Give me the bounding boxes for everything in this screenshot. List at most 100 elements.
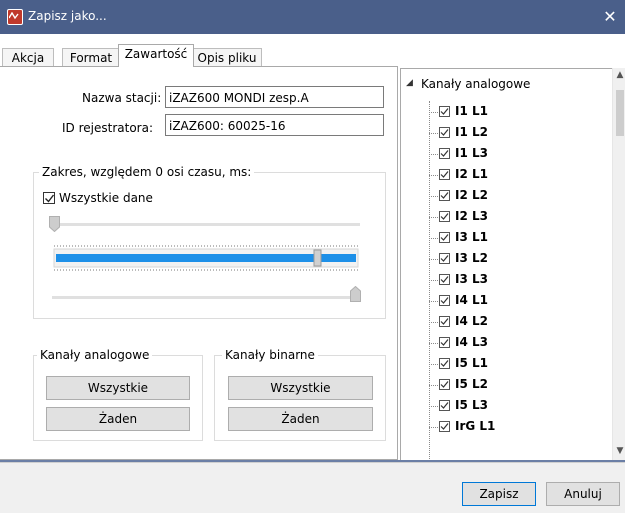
tree-connector <box>429 217 438 218</box>
tree-root-label[interactable]: Kanały analogowe <box>421 77 530 91</box>
app-icon <box>7 9 23 25</box>
channel-label: I2 L2 <box>455 188 488 202</box>
channel-checkbox[interactable] <box>439 190 450 201</box>
channel-label: I4 L3 <box>455 335 488 349</box>
channel-checkbox[interactable] <box>439 274 450 285</box>
all-data-checkbox[interactable] <box>43 192 55 204</box>
binary-none-button[interactable]: Żaden <box>228 407 373 431</box>
range-start-thumb[interactable] <box>49 216 60 232</box>
channel-checkbox[interactable] <box>439 421 450 432</box>
range-end-track <box>52 296 360 299</box>
tree-connector <box>429 133 438 134</box>
channel-checkbox[interactable] <box>439 379 450 390</box>
channel-checkbox[interactable] <box>439 400 450 411</box>
analog-all-button[interactable]: Wszystkie <box>46 376 190 400</box>
tree-channel-item[interactable]: I4 L2 <box>421 311 601 333</box>
scroll-up-icon[interactable]: ▲ <box>615 70 625 80</box>
tab-akcja[interactable]: Akcja <box>2 48 54 67</box>
tree-connector <box>429 385 438 386</box>
binary-group-title: Kanały binarne <box>222 348 318 362</box>
channel-checkbox[interactable] <box>439 316 450 327</box>
channel-label: I3 L2 <box>455 251 488 265</box>
channel-checkbox[interactable] <box>439 232 450 243</box>
channel-label: I5 L3 <box>455 398 488 412</box>
tree-channel-item[interactable]: I5 L2 <box>421 374 601 396</box>
tree-channel-item[interactable]: I5 L1 <box>421 353 601 375</box>
channel-label: I2 L1 <box>455 167 488 181</box>
station-name-label: Nazwa stacji: <box>82 91 162 105</box>
tree-channel-item[interactable]: I5 L3 <box>421 395 601 417</box>
analog-group-title: Kanały analogowe <box>37 348 153 362</box>
range-group: Zakres, względem 0 osi czasu, ms: Wszyst… <box>33 165 386 319</box>
tree-scrollbar[interactable]: ▲ ▼ <box>612 68 625 460</box>
scroll-down-icon[interactable]: ▼ <box>615 446 625 456</box>
range-group-title: Zakres, względem 0 osi czasu, ms: <box>39 165 255 179</box>
tree-connector <box>429 154 438 155</box>
recorder-id-field[interactable]: iZAZ600: 60025-16 <box>165 114 384 136</box>
tree-connector <box>429 196 438 197</box>
tree-connector <box>429 301 438 302</box>
tree-channel-item[interactable]: I4 L1 <box>421 290 601 312</box>
tree-channel-item[interactable]: I1 L2 <box>421 122 601 144</box>
tree-channel-item[interactable]: I2 L3 <box>421 206 601 228</box>
range-selector[interactable] <box>52 243 362 273</box>
channel-label: I3 L3 <box>455 272 488 286</box>
tree-connector <box>429 427 438 428</box>
collapse-arrow-icon[interactable]: ◢ <box>406 78 413 88</box>
dialog-footer: Zapisz Anuluj <box>0 462 625 513</box>
tree-channel-item[interactable]: I4 L3 <box>421 332 601 354</box>
tab-opis-pliku[interactable]: Opis pliku <box>192 48 262 67</box>
tree-channel-item[interactable]: I1 L3 <box>421 143 601 165</box>
channel-label: I1 L2 <box>455 125 488 139</box>
cancel-button[interactable]: Anuluj <box>546 482 620 506</box>
tree-channel-item[interactable]: I3 L3 <box>421 269 601 291</box>
tree-channel-item[interactable]: I2 L1 <box>421 164 601 186</box>
channel-checkbox[interactable] <box>439 253 450 264</box>
channel-label: I5 L1 <box>455 356 488 370</box>
tree-connector <box>429 238 438 239</box>
channel-label: I1 L3 <box>455 146 488 160</box>
channel-checkbox[interactable] <box>439 169 450 180</box>
tree-connector <box>429 112 438 113</box>
tree-connector <box>429 364 438 365</box>
tab-strip: Akcja Format Zawartość Opis pliku <box>0 44 400 67</box>
channel-label: I5 L2 <box>455 377 488 391</box>
station-name-field[interactable]: iZAZ600 MONDI zesp.A <box>165 86 384 108</box>
tree-channel-item[interactable]: IrG L1 <box>421 416 601 438</box>
tab-format[interactable]: Format <box>62 48 120 67</box>
close-icon[interactable]: ✕ <box>595 0 625 34</box>
channel-checkbox[interactable] <box>439 295 450 306</box>
channel-label: I4 L1 <box>455 293 488 307</box>
channel-checkbox[interactable] <box>439 211 450 222</box>
tree-connector <box>429 322 438 323</box>
channel-checkbox[interactable] <box>439 127 450 138</box>
content-panel: Nazwa stacji: iZAZ600 MONDI zesp.A ID re… <box>0 66 398 460</box>
channel-label: I3 L1 <box>455 230 488 244</box>
tree-connector <box>429 343 438 344</box>
analog-none-button[interactable]: Żaden <box>46 407 190 431</box>
tree-channel-item[interactable]: I3 L2 <box>421 248 601 270</box>
tree-connector <box>429 259 438 260</box>
channel-checkbox[interactable] <box>439 337 450 348</box>
analog-channels-group: Kanały analogowe Wszystkie Żaden <box>33 348 203 441</box>
channel-tree[interactable]: ◢ Kanały analogowe I1 L1 I1 L2 I1 L3 I2 L1 I… <box>400 68 614 462</box>
channel-label: I1 L1 <box>455 104 488 118</box>
tree-channel-item[interactable]: I1 L1 <box>421 101 601 123</box>
range-end-thumb[interactable] <box>350 286 361 302</box>
channel-label: I2 L3 <box>455 209 488 223</box>
scrollbar-thumb[interactable] <box>616 90 624 136</box>
tab-zawartosc[interactable]: Zawartość <box>118 44 194 67</box>
channel-checkbox[interactable] <box>439 106 450 117</box>
window-title: Zapisz jako... <box>28 9 107 23</box>
tree-connector <box>429 280 438 281</box>
channel-checkbox[interactable] <box>439 358 450 369</box>
binary-all-button[interactable]: Wszystkie <box>228 376 373 400</box>
tree-channel-item[interactable]: I2 L2 <box>421 185 601 207</box>
tree-connector <box>429 406 438 407</box>
channel-checkbox[interactable] <box>439 148 450 159</box>
range-start-track <box>52 223 360 226</box>
save-button[interactable]: Zapisz <box>462 482 536 506</box>
tree-channel-item[interactable]: I3 L1 <box>421 227 601 249</box>
channel-label: IrG L1 <box>455 419 496 433</box>
tree-connector <box>429 175 438 176</box>
